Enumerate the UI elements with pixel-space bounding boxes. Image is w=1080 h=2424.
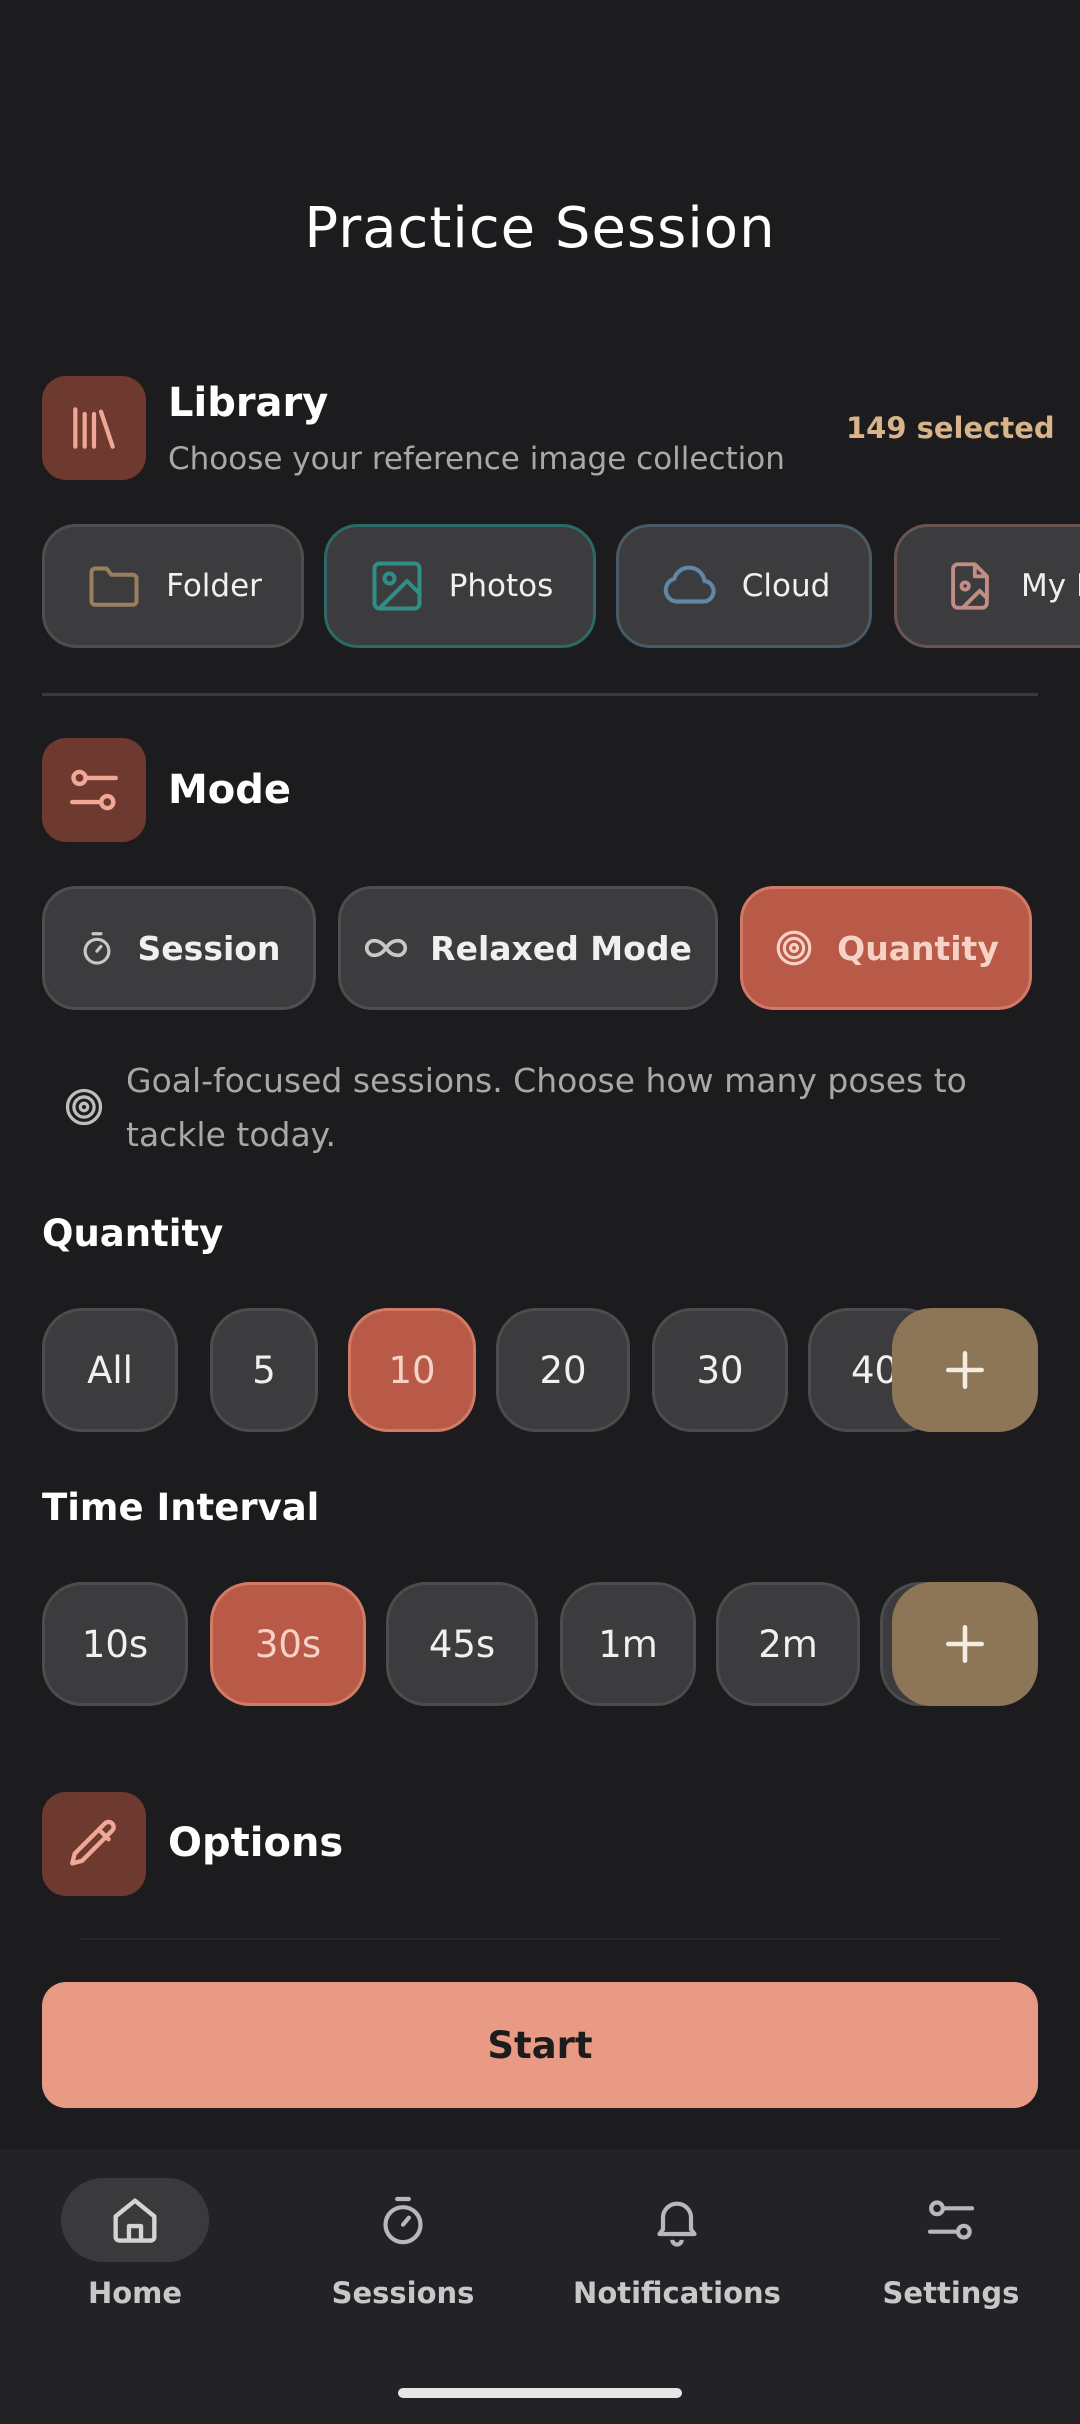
- selected-count: 149 selected: [846, 411, 1055, 445]
- interval-option[interactable]: 2m: [716, 1582, 860, 1706]
- stopwatch-icon: [383, 2196, 423, 2245]
- quantity-option[interactable]: 30: [652, 1308, 788, 1432]
- mode-label: Quantity: [837, 928, 999, 968]
- add-quantity-button[interactable]: [892, 1308, 1038, 1432]
- sliders-icon: [42, 738, 146, 842]
- add-interval-button[interactable]: [892, 1582, 1038, 1706]
- library-title: Library: [168, 380, 329, 426]
- source-list[interactable]: Folder Photos Cloud My L: [0, 524, 1080, 652]
- mode-label: Session: [137, 928, 281, 968]
- source-label: Photos: [448, 568, 554, 604]
- interval-option[interactable]: 1m: [560, 1582, 696, 1706]
- home-indicator: [398, 2388, 682, 2398]
- mode-label: Relaxed Mode: [430, 928, 692, 968]
- target-icon: [776, 930, 812, 966]
- sliders-icon: [927, 2200, 975, 2240]
- mode-description: Goal-focused sessions. Choose how many p…: [126, 1061, 967, 1154]
- library-subtitle: Choose your reference image collection: [168, 441, 785, 477]
- nav-settings[interactable]: Settings: [816, 2150, 1080, 2350]
- stopwatch-icon: [83, 932, 110, 965]
- image-icon: [372, 561, 422, 611]
- source-my-library-chip[interactable]: My L: [894, 524, 1080, 648]
- library-books-icon: [42, 376, 146, 480]
- interval-option[interactable]: 45s: [386, 1582, 538, 1706]
- interval-label: Time Interval: [42, 1486, 320, 1529]
- nav-sessions[interactable]: Sessions: [268, 2150, 538, 2350]
- plus-icon: [946, 1351, 984, 1389]
- cloud-icon: [663, 565, 716, 604]
- source-cloud-chip[interactable]: Cloud: [616, 524, 872, 648]
- mode-session-button[interactable]: Session: [42, 886, 316, 1010]
- quantity-label: Quantity: [42, 1212, 224, 1255]
- quantity-option[interactable]: 5: [210, 1308, 318, 1432]
- source-label: Folder: [166, 568, 262, 604]
- bottom-navigation: Home Sessions Notifications Settings: [0, 2150, 1080, 2424]
- mode-relaxed-button[interactable]: Relaxed Mode: [338, 886, 718, 1010]
- nav-label: Settings: [882, 2276, 1020, 2310]
- options-title[interactable]: Options: [168, 1820, 343, 1866]
- source-folder-chip[interactable]: Folder: [42, 524, 304, 648]
- folder-icon: [89, 566, 139, 607]
- plus-icon: [946, 1625, 984, 1663]
- nav-label: Home: [87, 2276, 183, 2310]
- interval-option-selected[interactable]: 30s: [210, 1582, 366, 1706]
- source-photos-chip[interactable]: Photos: [324, 524, 596, 648]
- start-button[interactable]: Start: [42, 1982, 1038, 2108]
- mode-quantity-button[interactable]: Quantity: [740, 886, 1032, 1010]
- pencil-icon: [42, 1792, 146, 1896]
- home-icon: [113, 2198, 157, 2243]
- section-divider: [42, 693, 1038, 696]
- source-label: Cloud: [741, 568, 831, 604]
- nav-label: Sessions: [331, 2276, 475, 2310]
- source-label: My L: [1021, 568, 1080, 604]
- file-image-icon: [951, 562, 989, 610]
- quantity-option-selected[interactable]: 10: [348, 1308, 476, 1432]
- options-divider: [80, 1938, 1000, 1940]
- bell-icon: [657, 2201, 697, 2247]
- nav-home[interactable]: Home: [0, 2150, 270, 2350]
- quantity-option[interactable]: All: [42, 1308, 178, 1432]
- quantity-option[interactable]: 20: [496, 1308, 630, 1432]
- infinity-icon: [365, 938, 408, 958]
- nav-notifications[interactable]: Notifications: [542, 2150, 812, 2350]
- interval-option[interactable]: 10s: [42, 1582, 188, 1706]
- mode-title: Mode: [168, 767, 292, 813]
- page-title: Practice Session: [304, 196, 776, 261]
- nav-label: Notifications: [573, 2276, 781, 2310]
- target-icon: [65, 1088, 103, 1126]
